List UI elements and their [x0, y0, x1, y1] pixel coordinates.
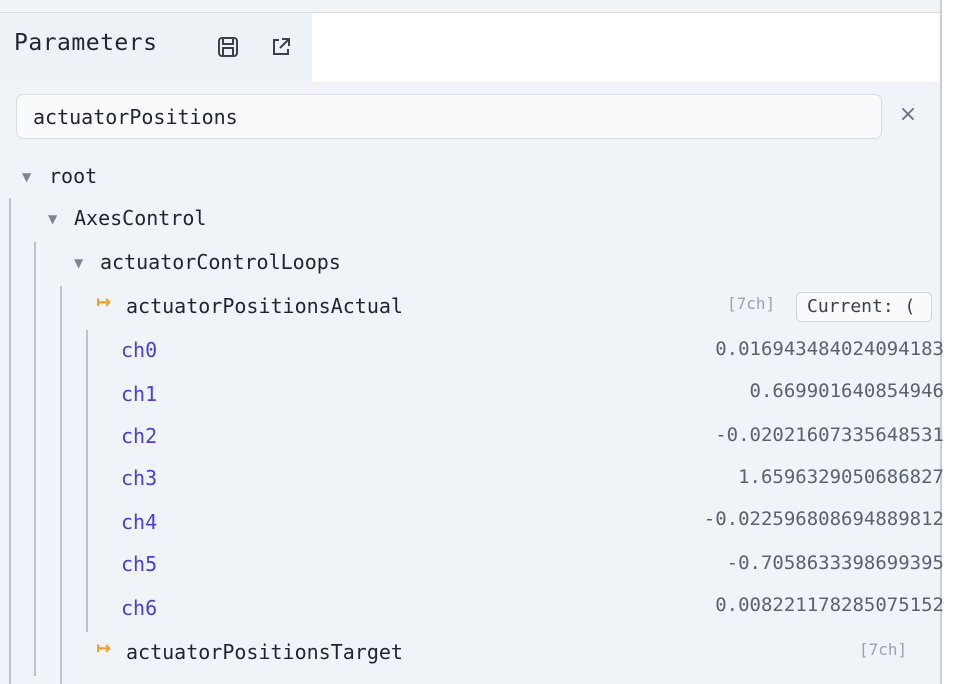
close-icon[interactable]: ×	[896, 101, 920, 129]
adjacent-pane	[942, 0, 964, 684]
channel-label[interactable]: ch2	[121, 418, 157, 454]
tree-node-root[interactable]: root	[49, 158, 97, 194]
tree-node-actuatorcontrolloops[interactable]: actuatorControlLoops	[100, 244, 341, 280]
search-input[interactable]	[16, 94, 882, 139]
channel-label[interactable]: ch6	[121, 590, 157, 626]
channel-count-badge: [7ch]	[727, 294, 776, 313]
tree-guide-root	[9, 198, 11, 684]
channel-value: 1.6596329050686827	[738, 466, 944, 488]
tree-node-actuatorpositionsactual[interactable]: actuatorPositionsActual	[126, 288, 403, 324]
top-divider	[0, 0, 940, 13]
channel-value: -0.022596808694889812	[703, 508, 944, 530]
channel-label[interactable]: ch3	[121, 460, 157, 496]
channel-label[interactable]: ch5	[121, 546, 157, 582]
channel-value: -0.7058633398699395	[726, 552, 944, 574]
channel-value: -0.02021607335648531	[715, 424, 944, 446]
channel-label[interactable]: ch1	[121, 376, 157, 412]
channel-value: 0.008221178285075152	[715, 594, 944, 616]
tree-guide-axes	[34, 242, 36, 676]
tree-guide-loops	[60, 286, 62, 684]
save-icon[interactable]	[217, 36, 239, 58]
signal-arrow-icon: ↦	[96, 638, 112, 659]
channel-value: 0.669901640854946	[749, 380, 944, 402]
tree-guide-actual	[86, 330, 88, 632]
channel-label[interactable]: ch4	[121, 504, 157, 540]
channel-count-badge: [7ch]	[859, 640, 908, 659]
chevron-down-icon[interactable]: ▼	[22, 170, 31, 184]
channel-label[interactable]: ch0	[121, 332, 157, 368]
external-link-icon[interactable]	[270, 36, 292, 58]
panel-header-blank	[312, 13, 940, 82]
channel-value: 0.016943484024094183	[715, 338, 944, 360]
signal-arrow-icon: ↦	[96, 292, 112, 313]
panel-title: Parameters	[14, 30, 158, 56]
current-value-field[interactable]: Current: (	[796, 292, 932, 322]
chevron-down-icon[interactable]: ▼	[74, 256, 83, 270]
tree-node-axescontrol[interactable]: AxesControl	[74, 200, 206, 236]
tree-node-actuatorpositionstarget[interactable]: actuatorPositionsTarget	[126, 634, 403, 670]
chevron-down-icon[interactable]: ▼	[48, 212, 57, 226]
